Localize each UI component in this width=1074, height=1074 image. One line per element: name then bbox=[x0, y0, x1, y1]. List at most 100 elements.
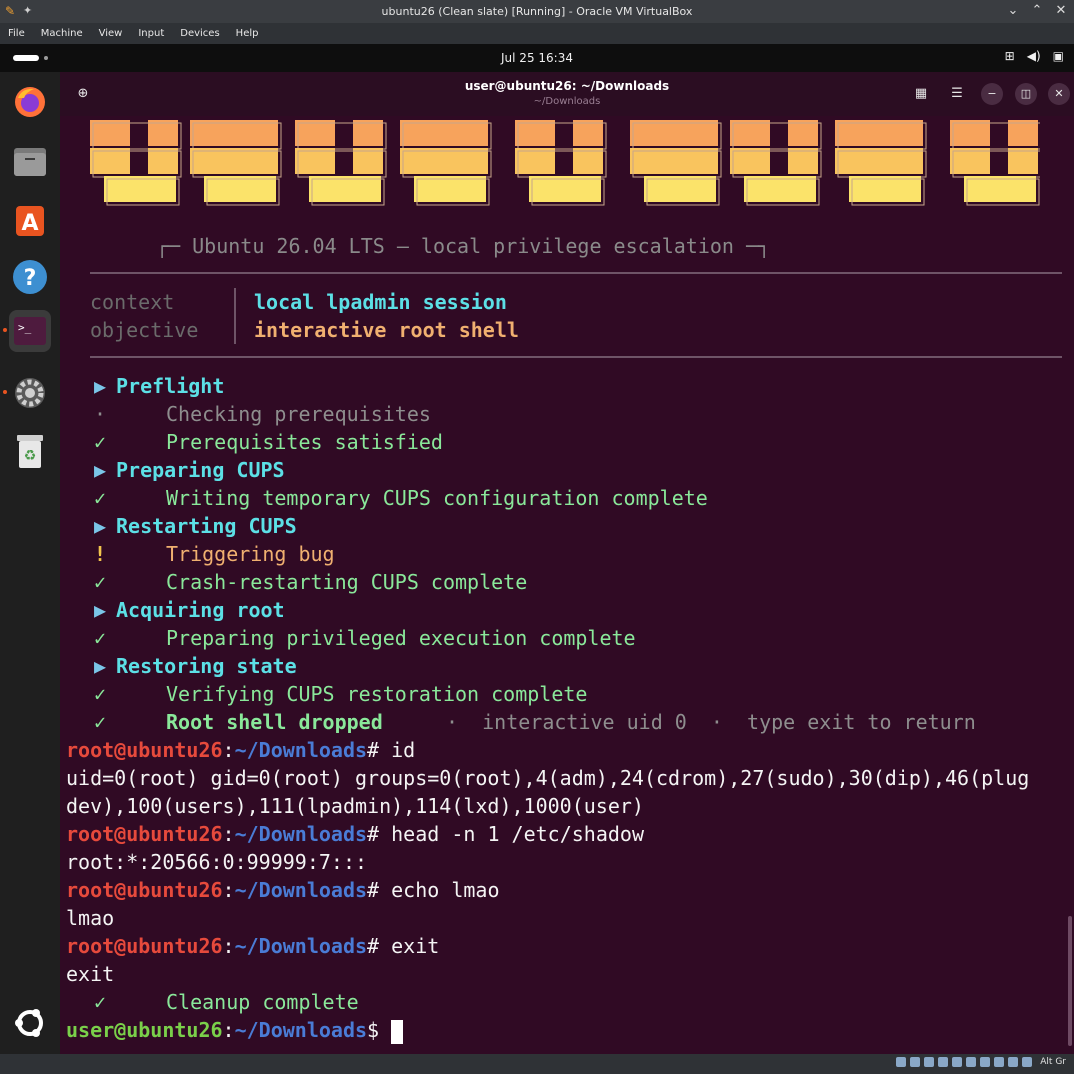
banner-block bbox=[295, 120, 335, 146]
prompt-symbol: # bbox=[367, 934, 380, 958]
menu-devices[interactable]: Devices bbox=[172, 23, 227, 44]
banner-block bbox=[788, 120, 818, 146]
step-line: ! Triggering bug bbox=[66, 540, 1066, 568]
step-line: ▶ Acquiring root bbox=[66, 596, 1066, 624]
network-icon[interactable] bbox=[938, 1057, 949, 1067]
usb-icon[interactable] bbox=[952, 1057, 963, 1067]
svg-text:>_: >_ bbox=[18, 321, 32, 334]
step-title: Restoring state bbox=[116, 654, 297, 678]
files-icon[interactable] bbox=[9, 140, 51, 182]
banner-block bbox=[148, 148, 178, 174]
minimize-icon[interactable]: ⌄ bbox=[1006, 2, 1020, 20]
banner-subtitle: ┌─ Ubuntu 26.04 LTS — local privilege es… bbox=[156, 234, 771, 258]
prompt-path: ~/Downloads bbox=[234, 1018, 368, 1042]
status-mark: ✓ bbox=[93, 430, 107, 454]
step-detail: Verifying CUPS restoration complete bbox=[166, 682, 588, 706]
status-mark: ▶ bbox=[93, 654, 107, 678]
banner-block bbox=[515, 120, 555, 146]
banner-block bbox=[515, 148, 555, 174]
menu-input[interactable]: Input bbox=[130, 23, 172, 44]
trash-icon[interactable]: ♻ bbox=[9, 430, 51, 472]
ubuntu-logo-icon[interactable] bbox=[9, 1002, 51, 1044]
prompt-sep: : bbox=[222, 1018, 235, 1042]
banner-block bbox=[148, 120, 178, 146]
tab-overview-icon[interactable]: ▦ bbox=[910, 83, 932, 105]
menu-view[interactable]: View bbox=[91, 23, 131, 44]
prompt-symbol: # bbox=[367, 738, 380, 762]
step-line: · Checking prerequisites bbox=[66, 400, 1066, 428]
command-text: exit bbox=[379, 934, 440, 958]
status-mark: ✓ bbox=[93, 570, 107, 594]
firefox-icon[interactable] bbox=[9, 81, 51, 123]
menu-help[interactable]: Help bbox=[228, 23, 267, 44]
divider bbox=[90, 356, 1062, 358]
cursor[interactable] bbox=[391, 1019, 404, 1044]
audio-icon[interactable] bbox=[924, 1057, 935, 1067]
shared-folders-icon[interactable] bbox=[966, 1057, 977, 1067]
running-indicator bbox=[3, 328, 7, 332]
banner-block bbox=[529, 176, 601, 202]
maximize-icon[interactable]: ⌃ bbox=[1030, 2, 1044, 20]
step-title: Preparing CUPS bbox=[116, 458, 285, 482]
menu-machine[interactable]: Machine bbox=[33, 23, 91, 44]
prompt-user: root@ubuntu26 bbox=[66, 822, 223, 846]
close-icon[interactable]: ✕ bbox=[1054, 2, 1068, 20]
prompt-symbol: # bbox=[367, 878, 380, 902]
status-mark: ✓ bbox=[93, 486, 107, 510]
step-detail: Writing temporary CUPS configuration com… bbox=[166, 486, 708, 510]
output-line: root:*:20566:0:99999:7::: bbox=[66, 850, 368, 874]
banner-block bbox=[950, 120, 990, 146]
banner-block bbox=[730, 148, 770, 174]
cpu-icon[interactable] bbox=[1008, 1057, 1019, 1067]
banner-block bbox=[190, 148, 278, 174]
clock[interactable]: Jul 25 16:34 bbox=[0, 51, 1074, 65]
prompt-line: root@ubuntu26:~/Downloads# id bbox=[66, 736, 415, 764]
banner-block bbox=[573, 120, 603, 146]
close-icon[interactable]: ✕ bbox=[1048, 83, 1070, 105]
terminal-icon[interactable]: >_ bbox=[9, 310, 51, 352]
hamburger-menu-icon[interactable]: ☰ bbox=[946, 83, 968, 105]
menu-file[interactable]: File bbox=[0, 23, 33, 44]
prompt-user: root@ubuntu26 bbox=[66, 738, 223, 762]
step-line: ✓ Root shell dropped · interactive uid 0 ·… bbox=[66, 708, 1066, 736]
settings-icon[interactable] bbox=[9, 372, 51, 414]
status-mark: ✓ bbox=[93, 710, 107, 734]
ubuntu-top-bar: Jul 25 16:34 ⊞ ◀) ▣ bbox=[0, 44, 1074, 72]
recording-icon[interactable] bbox=[994, 1057, 1005, 1067]
hard-disk-icon[interactable] bbox=[896, 1057, 907, 1067]
help-icon[interactable]: ? bbox=[9, 256, 51, 298]
banner-block bbox=[744, 176, 816, 202]
prompt-sep: : bbox=[222, 934, 235, 958]
minimize-icon[interactable]: − bbox=[981, 83, 1003, 105]
status-mark: ✓ bbox=[93, 990, 107, 1014]
prompt-symbol: # bbox=[367, 822, 380, 846]
display-icon[interactable] bbox=[980, 1057, 991, 1067]
step-detail: Root shell dropped bbox=[166, 710, 383, 734]
prompt-user: root@ubuntu26 bbox=[66, 934, 223, 958]
optical-drive-icon[interactable] bbox=[910, 1057, 921, 1067]
output-line: uid=0(root) gid=0(root) groups=0(root),4… bbox=[66, 766, 1030, 790]
status-mark: ▶ bbox=[93, 458, 107, 482]
app-center-icon[interactable]: A bbox=[9, 198, 51, 240]
divider bbox=[234, 288, 236, 344]
window-title: ubuntu26 (Clean slate) [Running] - Oracl… bbox=[381, 5, 693, 18]
mouse-integration-icon[interactable] bbox=[1022, 1057, 1033, 1067]
status-mark: ✓ bbox=[93, 682, 107, 706]
banner-block bbox=[950, 148, 990, 174]
terminal-window[interactable]: ⊕ user@ubuntu26: ~/Downloads ~/Downloads… bbox=[60, 72, 1074, 1054]
terminal-header-bar[interactable]: ⊕ user@ubuntu26: ~/Downloads ~/Downloads… bbox=[60, 72, 1074, 116]
step-line: ✓ Crash-restarting CUPS complete bbox=[66, 568, 1066, 596]
prompt-user: root@ubuntu26 bbox=[66, 878, 223, 902]
prompt-sep: : bbox=[222, 878, 235, 902]
scrollbar[interactable] bbox=[1068, 916, 1072, 1046]
prompt-path: ~/Downloads bbox=[234, 822, 368, 846]
terminal-output[interactable]: ┌─ Ubuntu 26.04 LTS — local privilege es… bbox=[60, 116, 1074, 1054]
step-line: ✓ Writing temporary CUPS configuration co… bbox=[66, 484, 1066, 512]
system-tray[interactable]: ⊞ ◀) ▣ bbox=[1005, 49, 1064, 63]
prompt-path: ~/Downloads bbox=[234, 738, 368, 762]
banner-block bbox=[309, 176, 381, 202]
banner-block bbox=[835, 120, 923, 146]
prompt-sep: : bbox=[222, 822, 235, 846]
maximize-icon[interactable]: ◫ bbox=[1015, 83, 1037, 105]
banner-block bbox=[849, 176, 921, 202]
